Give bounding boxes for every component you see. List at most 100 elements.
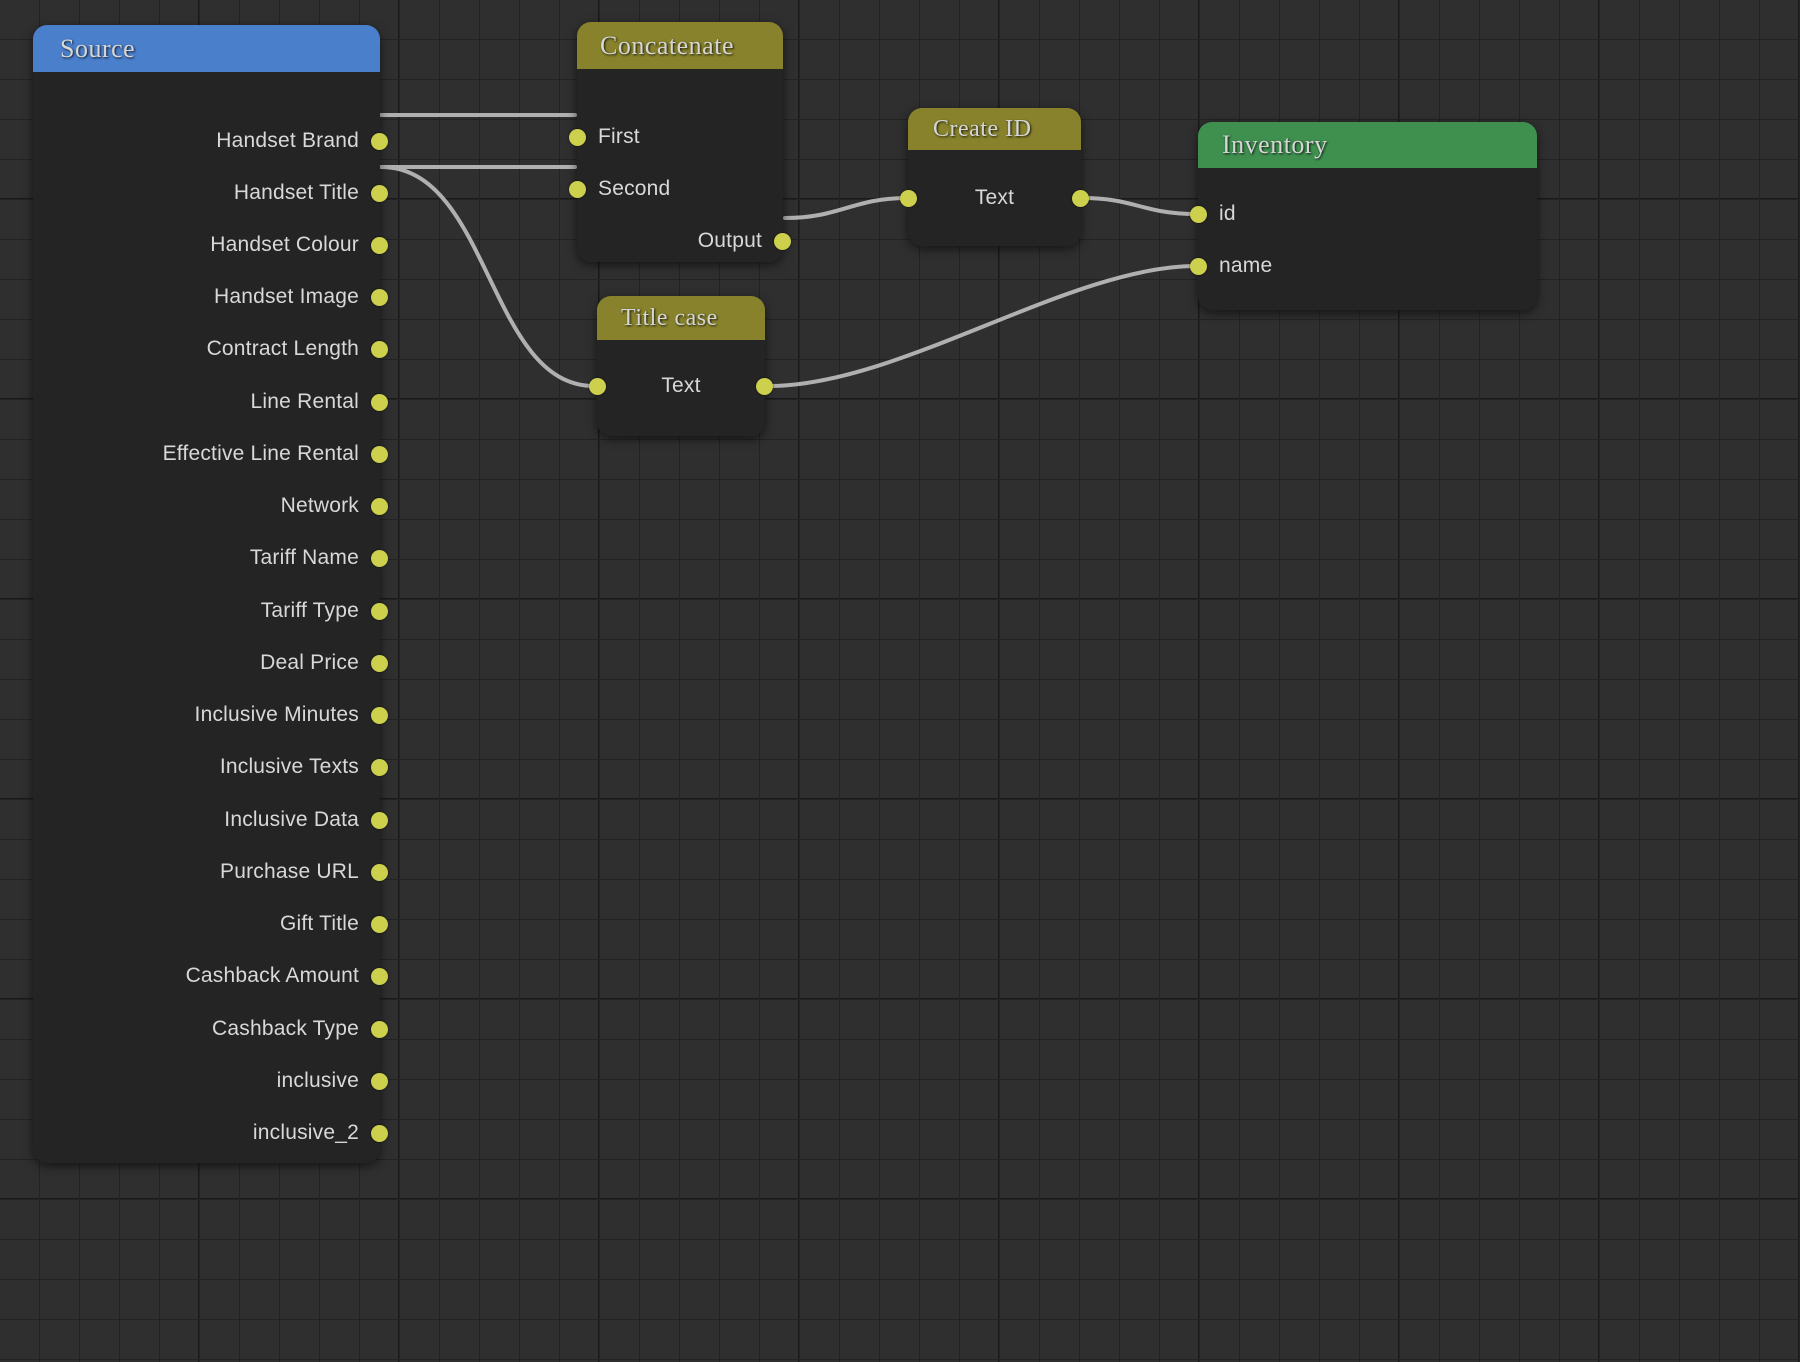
- port-row-title-case-text[interactable]: Text: [589, 373, 773, 399]
- port-row-network[interactable]: Network: [281, 493, 388, 519]
- port-row-contract-length[interactable]: Contract Length: [207, 336, 388, 362]
- port-label-purchase-url: Purchase URL: [220, 860, 359, 884]
- wire-handset-title-to-title-case: [381, 167, 594, 386]
- output-port-cashback-type[interactable]: [371, 1021, 388, 1038]
- input-port-concatenate-first[interactable]: [569, 129, 586, 146]
- node-title-case-title: Title case: [621, 305, 718, 332]
- node-source-title: Source: [60, 34, 135, 64]
- port-row-tariff-type[interactable]: Tariff Type: [261, 598, 388, 624]
- port-row-inclusive-minutes[interactable]: Inclusive Minutes: [195, 702, 388, 728]
- port-row-handset-brand[interactable]: Handset Brand: [216, 128, 388, 154]
- output-port-cashback-amount[interactable]: [371, 968, 388, 985]
- port-label-inventory-name: name: [1219, 254, 1272, 278]
- node-inventory-header[interactable]: Inventory: [1198, 122, 1537, 168]
- port-row-inclusive-texts[interactable]: Inclusive Texts: [220, 754, 388, 780]
- node-source[interactable]: Source Handset Brand Handset Title Hands…: [33, 25, 380, 1163]
- node-create-id[interactable]: Create ID Text: [908, 108, 1081, 246]
- output-port-inclusive[interactable]: [371, 1073, 388, 1090]
- node-concatenate[interactable]: Concatenate First Second Output: [577, 22, 783, 262]
- output-port-handset-colour[interactable]: [371, 237, 388, 254]
- output-port-contract-length[interactable]: [371, 341, 388, 358]
- node-title-case-header[interactable]: Title case: [597, 296, 765, 340]
- port-row-cashback-type[interactable]: Cashback Type: [212, 1016, 388, 1042]
- output-port-handset-title[interactable]: [371, 185, 388, 202]
- node-concatenate-title: Concatenate: [600, 31, 734, 61]
- output-port-network[interactable]: [371, 498, 388, 515]
- port-label-concatenate-output: Output: [698, 229, 762, 253]
- output-port-line-rental[interactable]: [371, 394, 388, 411]
- port-row-handset-colour[interactable]: Handset Colour: [210, 232, 388, 258]
- port-row-tariff-name[interactable]: Tariff Name: [250, 545, 388, 571]
- port-label-cashback-type: Cashback Type: [212, 1017, 359, 1041]
- port-row-create-id-text[interactable]: Text: [900, 185, 1089, 211]
- port-label-line-rental: Line Rental: [251, 390, 359, 414]
- input-port-concatenate-second[interactable]: [569, 181, 586, 198]
- port-label-handset-image: Handset Image: [214, 285, 359, 309]
- node-graph-canvas[interactable]: Source Handset Brand Handset Title Hands…: [0, 0, 1800, 1362]
- wire-title-case-to-inventory-name: [769, 266, 1196, 386]
- port-label-create-id-text: Text: [917, 186, 1072, 210]
- port-row-inventory-name[interactable]: name: [1190, 253, 1272, 279]
- input-port-title-case-text[interactable]: [589, 378, 606, 395]
- port-row-concatenate-second[interactable]: Second: [569, 176, 670, 202]
- port-label-effective-line-rental: Effective Line Rental: [163, 442, 359, 466]
- port-label-concatenate-second: Second: [598, 177, 670, 201]
- port-row-inclusive[interactable]: inclusive: [277, 1068, 388, 1094]
- output-port-tariff-type[interactable]: [371, 603, 388, 620]
- wire-concat-output-to-create-id: [785, 198, 907, 218]
- input-port-inventory-name[interactable]: [1190, 258, 1207, 275]
- port-label-handset-colour: Handset Colour: [210, 233, 359, 257]
- port-row-inclusive-2[interactable]: inclusive_2: [253, 1120, 388, 1146]
- output-port-concatenate-output[interactable]: [774, 233, 791, 250]
- port-label-inclusive: inclusive: [277, 1069, 359, 1093]
- output-port-purchase-url[interactable]: [371, 864, 388, 881]
- port-row-gift-title[interactable]: Gift Title: [280, 911, 388, 937]
- port-row-handset-title[interactable]: Handset Title: [234, 180, 388, 206]
- node-source-header[interactable]: Source: [33, 25, 380, 72]
- node-title-case[interactable]: Title case Text: [597, 296, 765, 436]
- port-label-handset-brand: Handset Brand: [216, 129, 359, 153]
- port-row-concatenate-first[interactable]: First: [569, 124, 640, 150]
- port-row-purchase-url[interactable]: Purchase URL: [220, 859, 388, 885]
- output-port-tariff-name[interactable]: [371, 550, 388, 567]
- node-concatenate-header[interactable]: Concatenate: [577, 22, 783, 69]
- node-inventory-title: Inventory: [1222, 130, 1328, 160]
- output-port-inclusive-2[interactable]: [371, 1125, 388, 1142]
- port-label-concatenate-first: First: [598, 125, 640, 149]
- port-label-handset-title: Handset Title: [234, 181, 359, 205]
- node-inventory[interactable]: Inventory id name: [1198, 122, 1537, 310]
- port-label-inclusive-texts: Inclusive Texts: [220, 755, 359, 779]
- output-port-inclusive-data[interactable]: [371, 812, 388, 829]
- node-create-id-header[interactable]: Create ID: [908, 108, 1081, 150]
- output-port-create-id[interactable]: [1072, 190, 1089, 207]
- port-label-gift-title: Gift Title: [280, 912, 359, 936]
- port-row-concatenate-output[interactable]: Output: [698, 228, 791, 254]
- port-label-inclusive-2: inclusive_2: [253, 1121, 359, 1145]
- output-port-title-case[interactable]: [756, 378, 773, 395]
- port-label-cashback-amount: Cashback Amount: [186, 964, 359, 988]
- input-port-inventory-id[interactable]: [1190, 206, 1207, 223]
- port-label-inclusive-data: Inclusive Data: [224, 808, 359, 832]
- port-row-inclusive-data[interactable]: Inclusive Data: [224, 807, 388, 833]
- output-port-gift-title[interactable]: [371, 916, 388, 933]
- port-row-cashback-amount[interactable]: Cashback Amount: [186, 963, 388, 989]
- output-port-inclusive-minutes[interactable]: [371, 707, 388, 724]
- port-row-handset-image[interactable]: Handset Image: [214, 284, 388, 310]
- node-create-id-title: Create ID: [933, 116, 1031, 143]
- output-port-handset-image[interactable]: [371, 289, 388, 306]
- wire-create-id-to-inventory-id: [1082, 198, 1196, 214]
- port-label-deal-price: Deal Price: [260, 651, 359, 675]
- input-port-create-id-text[interactable]: [900, 190, 917, 207]
- port-row-deal-price[interactable]: Deal Price: [260, 650, 388, 676]
- port-label-contract-length: Contract Length: [207, 337, 359, 361]
- port-row-effective-line-rental[interactable]: Effective Line Rental: [163, 441, 388, 467]
- port-row-inventory-id[interactable]: id: [1190, 201, 1236, 227]
- output-port-effective-line-rental[interactable]: [371, 446, 388, 463]
- port-label-title-case-text: Text: [606, 374, 756, 398]
- port-row-line-rental[interactable]: Line Rental: [251, 389, 388, 415]
- port-label-inclusive-minutes: Inclusive Minutes: [195, 703, 359, 727]
- port-label-tariff-name: Tariff Name: [250, 546, 359, 570]
- output-port-handset-brand[interactable]: [371, 133, 388, 150]
- output-port-deal-price[interactable]: [371, 655, 388, 672]
- output-port-inclusive-texts[interactable]: [371, 759, 388, 776]
